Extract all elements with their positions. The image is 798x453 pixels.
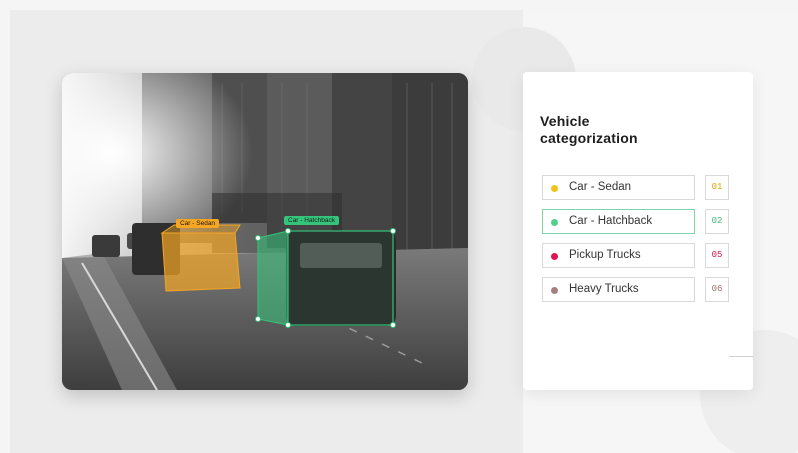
- category-label: Car - Sedan: [569, 181, 632, 193]
- yellow-dot-icon: [551, 185, 558, 192]
- hatchback-annotation-label: Car - Hatchback: [284, 216, 339, 225]
- vehicle-categorization-card: Vehicle categorization Car - Sedan 01 Ca…: [523, 72, 753, 390]
- brown-dot-icon: [551, 287, 558, 294]
- card-title: Vehicle categorization: [540, 113, 638, 146]
- category-box[interactable]: Pickup Trucks: [542, 243, 695, 268]
- divider: [729, 356, 753, 357]
- page-background: Car - Sedan Car - Hatchback Vehicle cate…: [0, 0, 798, 453]
- green-dot-icon: [551, 219, 558, 226]
- category-count: 02: [705, 209, 729, 234]
- category-box[interactable]: Car - Hatchback: [542, 209, 695, 234]
- traffic-scene: [62, 73, 468, 390]
- annotated-traffic-image: Car - Sedan Car - Hatchback: [62, 73, 468, 390]
- category-count: 06: [705, 277, 729, 302]
- category-box[interactable]: Car - Sedan: [542, 175, 695, 200]
- category-count: 05: [705, 243, 729, 268]
- category-label: Pickup Trucks: [569, 249, 641, 261]
- category-box[interactable]: Heavy Trucks: [542, 277, 695, 302]
- red-dot-icon: [551, 253, 558, 260]
- sedan-annotation-label: Car - Sedan: [176, 219, 220, 228]
- category-label: Heavy Trucks: [569, 283, 639, 295]
- category-label: Car - Hatchback: [569, 215, 653, 227]
- category-count: 01: [705, 175, 729, 200]
